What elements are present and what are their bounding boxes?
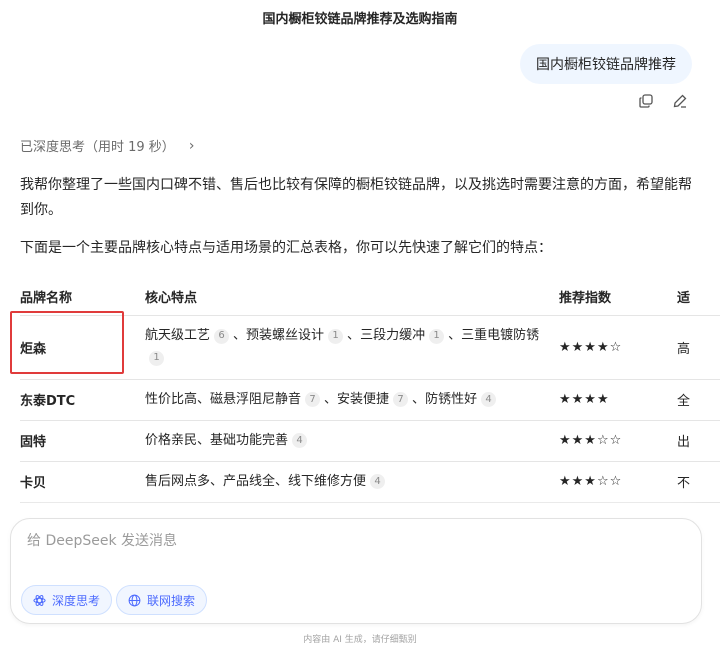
conversation-title: 国内橱柜铰链品牌推荐及选购指南 xyxy=(262,12,458,27)
feature-text: 性价比高、磁悬浮阻尼静音 xyxy=(145,391,302,407)
copy-icon[interactable] xyxy=(638,93,654,109)
globe-icon xyxy=(128,594,141,606)
separator: 、 xyxy=(233,328,247,343)
header-brand: 品牌名称 xyxy=(20,279,145,316)
scene-cell: 全 xyxy=(677,379,720,421)
table-row: 东泰DTC 性价比高、磁悬浮阻尼静音 7 、安装便捷 7 、防锈性好 4 ★★★★ 全 xyxy=(20,379,720,421)
citation-badge[interactable]: 1 xyxy=(429,328,445,344)
scene-cell: 不 xyxy=(677,461,720,503)
feature-text: 防锈性好 xyxy=(425,391,478,407)
header-rating: 推荐指数 xyxy=(559,279,677,316)
brand-name-cell: 固特 xyxy=(20,420,145,462)
separator: 、 xyxy=(324,391,338,407)
feature-text: 售后网点多、产品线全、线下维修方便 xyxy=(145,473,367,489)
feature-text: 价格亲民、基础功能完善 xyxy=(145,432,289,448)
thinking-label: 已深度思考（用时 19 秒） xyxy=(20,140,175,155)
web-search-button[interactable]: 联网搜索 xyxy=(116,585,208,615)
table-row: 卡贝 售后网点多、产品线全、线下维修方便 4 ★★★☆☆ 不 xyxy=(20,461,720,503)
scene-cell: 高 xyxy=(677,315,720,380)
features-cell: 售后网点多、产品线全、线下维修方便 4 xyxy=(145,461,559,503)
web-search-label: 联网搜索 xyxy=(147,593,196,608)
header-features: 核心特点 xyxy=(145,279,559,316)
feature-text: 航天级工艺 xyxy=(145,328,211,343)
feature-text: 三段力缓冲 xyxy=(360,328,426,343)
brand-table: 品牌名称 核心特点 推荐指数 适 炬森 航天级工艺 6 、预装螺丝设计 1 、三段力缓冲 1… xyxy=(20,279,720,503)
citation-badge[interactable]: 7 xyxy=(305,392,321,407)
rating-cell: ★★★★ xyxy=(559,379,677,421)
citation-badge[interactable]: 1 xyxy=(328,328,344,344)
features-cell: 价格亲民、基础功能完善 4 xyxy=(145,420,559,462)
rating-cell: ★★★★☆ xyxy=(559,315,677,380)
citation-badge[interactable]: 1 xyxy=(149,350,164,366)
thinking-toggle[interactable]: 已深度思考（用时 19 秒） › xyxy=(20,136,195,156)
separator: 、 xyxy=(448,328,462,343)
citation-badge[interactable]: 4 xyxy=(292,433,308,448)
citation-badge[interactable]: 7 xyxy=(393,392,409,407)
features-cell: 性价比高、磁悬浮阻尼静音 7 、安装便捷 7 、防锈性好 4 xyxy=(145,379,559,421)
chevron-right-icon: › xyxy=(188,137,195,154)
citation-badge[interactable]: 4 xyxy=(370,474,386,489)
citation-badge[interactable]: 4 xyxy=(481,392,497,407)
brand-name-cell: 东泰DTC xyxy=(20,379,145,421)
message-input[interactable] xyxy=(27,533,667,549)
message-actions xyxy=(638,93,688,109)
brand-table-wrapper[interactable]: 品牌名称 核心特点 推荐指数 适 炬森 航天级工艺 6 、预装螺丝设计 1 、三段力缓冲 1… xyxy=(20,279,720,503)
header-scene: 适 xyxy=(677,279,720,316)
edit-icon[interactable] xyxy=(672,93,688,109)
citation-badge[interactable]: 6 xyxy=(214,328,230,344)
feature-text: 安装便捷 xyxy=(337,391,390,407)
ai-disclaimer: 内容由 AI 生成，请仔细甄别 xyxy=(303,635,417,645)
scene-cell: 出 xyxy=(677,420,720,462)
brand-name-cell: 炬森 xyxy=(20,315,145,380)
answer-paragraph: 下面是一个主要品牌核心特点与适用场景的汇总表格，你可以先快速了解它们的特点： xyxy=(20,240,552,256)
table-row: 炬森 航天级工艺 6 、预装螺丝设计 1 、三段力缓冲 1 、三重电镀防锈1 ★★★★☆ 高 xyxy=(20,315,720,380)
separator: 、 xyxy=(412,391,426,407)
rating-cell: ★★★☆☆ xyxy=(559,420,677,462)
deep-think-button[interactable]: 深度思考 xyxy=(21,585,113,615)
table-body: 炬森 航天级工艺 6 、预装螺丝设计 1 、三段力缓冲 1 、三重电镀防锈1 ★★★★☆ 高东泰D… xyxy=(20,315,720,503)
features-cell: 航天级工艺 6 、预装螺丝设计 1 、三段力缓冲 1 、三重电镀防锈1 xyxy=(145,315,559,380)
answer-paragraph: 我帮你整理了一些国内口碑不错、售后也比较有保障的橱柜铰链品牌，以及挑选时需要注意… xyxy=(20,177,692,218)
rating-cell: ★★★☆☆ xyxy=(559,461,677,503)
table-header-row: 品牌名称 核心特点 推荐指数 适 xyxy=(20,279,720,316)
table-row: 固特 价格亲民、基础功能完善 4 ★★★☆☆ 出 xyxy=(20,420,720,462)
brand-name-cell: 卡贝 xyxy=(20,461,145,503)
deep-think-label: 深度思考 xyxy=(52,593,101,608)
user-message-bubble: 国内橱柜铰链品牌推荐 xyxy=(520,44,692,84)
separator: 、 xyxy=(347,328,361,343)
message-composer: 深度思考 联网搜索 xyxy=(10,518,702,624)
atom-icon xyxy=(33,594,46,606)
feature-text: 三重电镀防锈 xyxy=(461,328,540,343)
feature-text: 预装螺丝设计 xyxy=(246,328,325,343)
